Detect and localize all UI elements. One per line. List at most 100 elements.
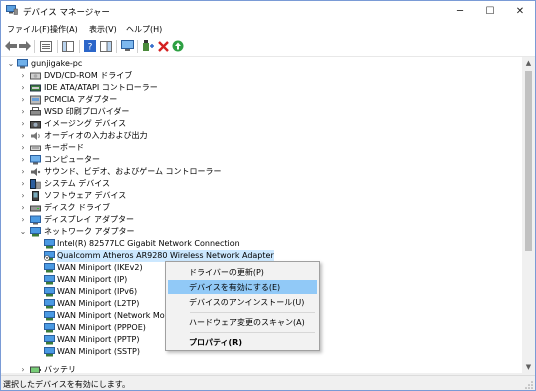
tree-item-keyboard[interactable]: › キーボード xyxy=(1,142,522,154)
device-manager-icon xyxy=(6,5,18,15)
menu-help[interactable]: ヘルプ(H) xyxy=(126,24,162,35)
tree-item-label: オーディオの入力および出力 xyxy=(44,131,148,140)
tree-item-label: バッテリ xyxy=(44,365,76,373)
expand-chevron-icon[interactable]: › xyxy=(19,214,27,226)
vertical-scrollbar[interactable]: ▲ ▼ xyxy=(522,57,535,373)
tree-item-computer[interactable]: › コンピューター xyxy=(1,154,522,166)
green-up-arrow-icon xyxy=(172,40,184,52)
expand-chevron-icon[interactable]: › xyxy=(19,202,27,214)
forward-button[interactable] xyxy=(18,39,32,53)
action-pane-button[interactable] xyxy=(99,39,113,53)
back-button[interactable] xyxy=(4,39,18,53)
tree-item-label: PCMCIA アダプター xyxy=(44,95,118,104)
tree-item-label: DVD/CD-ROM ドライブ xyxy=(44,71,133,80)
tree-item-label: IDE ATA/ATAPI コントローラー xyxy=(44,83,158,92)
update-driver-menu-item[interactable]: ドライバーの更新(P) xyxy=(168,265,317,279)
expand-chevron-icon[interactable]: › xyxy=(19,364,27,373)
expand-chevron-icon[interactable]: › xyxy=(19,130,27,142)
title-bar[interactable]: デバイス マネージャー ─ ☐ ✕ xyxy=(1,1,535,21)
menu-file[interactable]: ファイル(F) xyxy=(7,24,50,35)
tree-item-label: WSD 印刷プロバイダー xyxy=(44,107,130,116)
dvd-drive-icon xyxy=(30,72,41,80)
expand-chevron-icon[interactable]: › xyxy=(19,142,27,154)
scan-hardware-menu-item[interactable]: ハードウェア変更のスキャン(A) xyxy=(168,315,317,329)
expand-chevron-icon[interactable]: › xyxy=(19,118,27,130)
collapse-chevron-icon[interactable]: ⌄ xyxy=(19,226,27,238)
tree-item-label: ディスプレイ アダプター xyxy=(44,215,134,224)
tree-item-network[interactable]: ⌄ ネットワーク アダプター xyxy=(1,226,522,238)
tree-item-display[interactable]: › ディスプレイ アダプター xyxy=(1,214,522,226)
tree-item-battery[interactable]: › バッテリ xyxy=(1,364,522,373)
tree-item-label: WAN Miniport (IPv6) xyxy=(57,287,138,296)
status-text: 選択したデバイスを有効にします。 xyxy=(3,380,130,389)
network-adapter-icon xyxy=(44,275,55,285)
tree-item-pcmcia[interactable]: › PCMCIA アダプター xyxy=(1,94,522,106)
maximize-button[interactable]: ☐ xyxy=(475,1,505,21)
properties-view-button[interactable] xyxy=(39,39,53,53)
close-button[interactable]: ✕ xyxy=(505,1,535,21)
scroll-thumb[interactable] xyxy=(525,71,532,251)
collapse-chevron-icon[interactable]: ⌄ xyxy=(7,58,15,70)
expand-chevron-icon[interactable]: › xyxy=(19,154,27,166)
tree-item-label: システム デバイス xyxy=(44,179,111,188)
expand-chevron-icon[interactable]: › xyxy=(19,166,27,178)
show-hide-console-button[interactable] xyxy=(61,39,75,53)
tree-item-imaging[interactable]: › イメージング デバイス xyxy=(1,118,522,130)
tree-item-audio[interactable]: › オーディオの入力および出力 xyxy=(1,130,522,142)
speaker-icon xyxy=(31,132,40,140)
tree-item-label: WAN Miniport (PPTP) xyxy=(57,335,140,344)
help-icon: ? xyxy=(84,40,96,52)
toolbar-separator xyxy=(79,40,80,53)
menu-separator xyxy=(190,312,315,313)
tree-item-sound[interactable]: › サウンド、ビデオ、およびゲーム コントローラー xyxy=(1,166,522,178)
scroll-up-icon[interactable]: ▲ xyxy=(522,57,535,69)
pcmcia-icon xyxy=(30,95,41,105)
minimize-button[interactable]: ─ xyxy=(445,1,475,21)
tree-item-system[interactable]: › システム デバイス xyxy=(1,178,522,190)
expand-chevron-icon[interactable]: › xyxy=(19,106,27,118)
tree-item-software[interactable]: › ソフトウェア デバイス xyxy=(1,190,522,202)
scroll-down-icon[interactable]: ▼ xyxy=(522,361,535,373)
menu-item-label: ハードウェア変更のスキャン(A) xyxy=(189,318,305,327)
tree-root[interactable]: ⌄ gunjigake-pc xyxy=(1,58,522,70)
battery-icon xyxy=(30,366,41,373)
enable-device-button[interactable] xyxy=(171,39,185,53)
computer-icon xyxy=(30,155,41,165)
expand-chevron-icon[interactable]: › xyxy=(19,94,27,106)
menu-item-label: ドライバーの更新(P) xyxy=(189,268,264,277)
scan-hardware-button[interactable] xyxy=(120,39,134,53)
uninstall-button[interactable] xyxy=(156,39,170,53)
sound-icon xyxy=(31,168,41,176)
enable-device-menu-item[interactable]: デバイスを有効にする(E) xyxy=(168,280,317,294)
toolbar: ? xyxy=(1,37,535,57)
expand-chevron-icon[interactable]: › xyxy=(19,190,27,202)
tree-item-ide[interactable]: › IDE ATA/ATAPI コントローラー xyxy=(1,82,522,94)
toolbar-separator xyxy=(34,40,35,53)
tree-item-wsd[interactable]: › WSD 印刷プロバイダー xyxy=(1,106,522,118)
network-adapter-icon xyxy=(30,227,41,237)
software-device-icon xyxy=(32,191,39,201)
camera-icon xyxy=(30,121,41,129)
network-adapter-icon xyxy=(44,323,55,333)
help-button[interactable]: ? xyxy=(83,39,97,53)
menu-view[interactable]: 表示(V) xyxy=(89,24,117,35)
toolbar-separator xyxy=(116,40,117,53)
svg-text:?: ? xyxy=(88,43,93,53)
menu-action[interactable]: 操作(A) xyxy=(50,24,78,35)
network-child-intel[interactable]: Intel(R) 82577LC Gigabit Network Connect… xyxy=(1,238,522,250)
properties-menu-item[interactable]: プロパティ(R) xyxy=(168,335,317,349)
expand-chevron-icon[interactable]: › xyxy=(19,178,27,190)
toolbar-separator xyxy=(57,40,58,53)
tree-item-label: WAN Miniport (SSTP) xyxy=(57,347,140,356)
add-driver-button[interactable] xyxy=(141,39,155,53)
expand-chevron-icon[interactable]: › xyxy=(19,82,27,94)
expand-chevron-icon[interactable]: › xyxy=(19,70,27,82)
uninstall-device-menu-item[interactable]: デバイスのアンインストール(U) xyxy=(168,295,317,309)
tree-item-disk[interactable]: › ディスク ドライブ xyxy=(1,202,522,214)
monitor-scan-icon xyxy=(120,40,134,51)
resize-grip-icon[interactable] xyxy=(525,381,533,389)
pane-icon xyxy=(100,40,112,52)
printer-icon xyxy=(30,107,41,116)
tree-item-dvd[interactable]: › DVD/CD-ROM ドライブ xyxy=(1,70,522,82)
console-tree-icon xyxy=(62,40,74,52)
